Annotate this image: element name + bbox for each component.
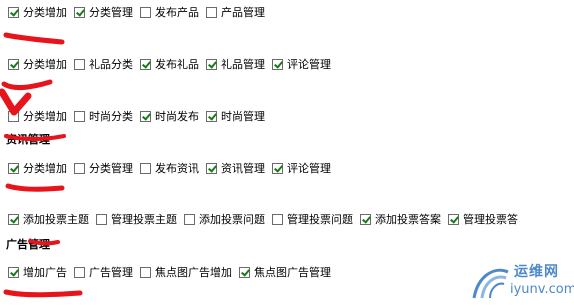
permission-option[interactable]: 分类增加: [8, 162, 67, 175]
permission-option[interactable]: 分类增加: [8, 58, 67, 71]
permission-option[interactable]: 增加广告: [8, 266, 67, 279]
permission-option[interactable]: 时尚管理: [206, 110, 265, 123]
permission-label: 分类增加: [23, 57, 67, 71]
permission-row-3: 分类增加 时尚分类 时尚发布 时尚管理: [8, 108, 272, 124]
permission-label: 分类增加: [23, 109, 67, 123]
permission-label: 焦点图广告管理: [254, 265, 331, 279]
checkbox-unchecked[interactable]: [184, 213, 195, 225]
permission-label: 增加广告: [23, 265, 67, 279]
permission-label: 礼品管理: [221, 57, 265, 71]
permission-row-1: 分类增加 分类管理 发布产品 产品管理: [8, 4, 272, 20]
permission-row-4: 分类增加 分类管理 发布资讯 资讯管理 评论管理: [8, 160, 338, 176]
checkbox-checked[interactable]: [272, 58, 283, 70]
permission-label: 管理投票问题: [287, 212, 353, 226]
section-heading-ads: 广告管理: [6, 238, 50, 251]
permission-label: 时尚发布: [155, 109, 199, 123]
permission-label: 添加投票答案: [375, 212, 441, 226]
permission-option[interactable]: 管理投票答: [448, 213, 518, 226]
permission-option[interactable]: 发布产品: [140, 6, 199, 19]
redaction-stroke-2: [1, 79, 53, 91]
permission-label: 发布礼品: [155, 57, 199, 71]
permission-option[interactable]: 礼品管理: [206, 58, 265, 71]
checkbox-checked[interactable]: [206, 110, 217, 122]
checkbox-checked[interactable]: [8, 266, 19, 278]
checkbox-unchecked[interactable]: [74, 266, 85, 278]
checkbox-checked[interactable]: [272, 162, 283, 174]
permission-label: 礼品分类: [89, 57, 133, 71]
permission-option[interactable]: 产品管理: [206, 6, 265, 19]
checkbox-unchecked[interactable]: [8, 110, 19, 122]
checkbox-checked[interactable]: [206, 162, 217, 174]
checkbox-unchecked[interactable]: [140, 6, 151, 18]
permission-label: 时尚管理: [221, 109, 265, 123]
permission-option[interactable]: 广告管理: [74, 266, 133, 279]
permission-label: 管理投票主题: [111, 212, 177, 226]
checkbox-checked[interactable]: [74, 6, 85, 18]
permission-label: 分类增加: [23, 5, 67, 19]
section-heading-resource: 资讯管理: [6, 133, 50, 146]
checkbox-checked[interactable]: [140, 110, 151, 122]
permission-row-5: 添加投票主题 管理投票主题 添加投票问题 管理投票问题 添加投票答案 管理投票答: [8, 211, 525, 227]
permission-option[interactable]: 发布礼品: [140, 58, 199, 71]
permission-option[interactable]: 管理投票问题: [272, 213, 353, 226]
watermark-url: iyunv.com: [510, 282, 574, 297]
permission-label: 评论管理: [287, 161, 331, 175]
checkbox-unchecked[interactable]: [272, 213, 283, 225]
checkbox-unchecked[interactable]: [140, 162, 151, 174]
permission-option[interactable]: 评论管理: [272, 162, 331, 175]
permission-label: 分类管理: [89, 5, 133, 19]
permission-row-6: 增加广告 广告管理 焦点图广告增加 焦点图广告管理: [8, 264, 338, 280]
checkbox-checked[interactable]: [448, 213, 459, 225]
checkbox-checked[interactable]: [360, 213, 371, 225]
permission-option[interactable]: 添加投票主题: [8, 213, 89, 226]
checkbox-checked[interactable]: [8, 58, 19, 70]
permission-label: 分类增加: [23, 161, 67, 175]
redaction-stroke-4: [5, 183, 65, 192]
permission-label: 添加投票问题: [199, 212, 265, 226]
permission-option[interactable]: 添加投票答案: [360, 213, 441, 226]
watermark-title: 运维网: [514, 264, 559, 280]
checkbox-unchecked[interactable]: [74, 162, 85, 174]
checkbox-checked[interactable]: [206, 58, 217, 70]
permission-label: 焦点图广告增加: [155, 265, 232, 279]
checkbox-checked[interactable]: [8, 6, 19, 18]
permission-label: 添加投票主题: [23, 212, 89, 226]
permission-label: 时尚分类: [89, 109, 133, 123]
permission-option[interactable]: 管理投票主题: [96, 213, 177, 226]
permission-option[interactable]: 分类管理: [74, 6, 133, 19]
permission-label: 资讯管理: [221, 161, 265, 175]
checkbox-checked[interactable]: [8, 213, 19, 225]
permission-label: 评论管理: [287, 57, 331, 71]
permission-option[interactable]: 分类增加: [8, 6, 67, 19]
permission-label: 发布资讯: [155, 161, 199, 175]
permission-option[interactable]: 时尚分类: [74, 110, 133, 123]
permission-label: 广告管理: [89, 265, 133, 279]
redaction-stroke-6: [3, 289, 83, 298]
checkbox-checked[interactable]: [239, 266, 250, 278]
permission-option[interactable]: 资讯管理: [206, 162, 265, 175]
checkbox-checked[interactable]: [8, 162, 19, 174]
checkbox-unchecked[interactable]: [74, 58, 85, 70]
checkbox-unchecked[interactable]: [140, 266, 151, 278]
permission-option[interactable]: 焦点图广告管理: [239, 266, 331, 279]
permission-option[interactable]: 焦点图广告增加: [140, 266, 232, 279]
redaction-stroke-1: [3, 32, 65, 45]
checkbox-unchecked[interactable]: [74, 110, 85, 122]
checkbox-unchecked[interactable]: [96, 213, 107, 225]
permission-option[interactable]: 时尚发布: [140, 110, 199, 123]
permission-option[interactable]: 发布资讯: [140, 162, 199, 175]
permission-option[interactable]: 分类管理: [74, 162, 133, 175]
permission-option[interactable]: 礼品分类: [74, 58, 133, 71]
checkbox-checked[interactable]: [140, 58, 151, 70]
permission-option[interactable]: 评论管理: [272, 58, 331, 71]
permission-option[interactable]: 分类增加: [8, 110, 67, 123]
checkbox-unchecked[interactable]: [206, 6, 217, 18]
permission-option[interactable]: 添加投票问题: [184, 213, 265, 226]
permission-label: 发布产品: [155, 5, 199, 19]
permission-label: 管理投票答: [463, 212, 518, 226]
permission-row-2: 分类增加 礼品分类 发布礼品 礼品管理 评论管理: [8, 56, 338, 72]
permission-label: 分类管理: [89, 161, 133, 175]
permission-label: 产品管理: [221, 5, 265, 19]
